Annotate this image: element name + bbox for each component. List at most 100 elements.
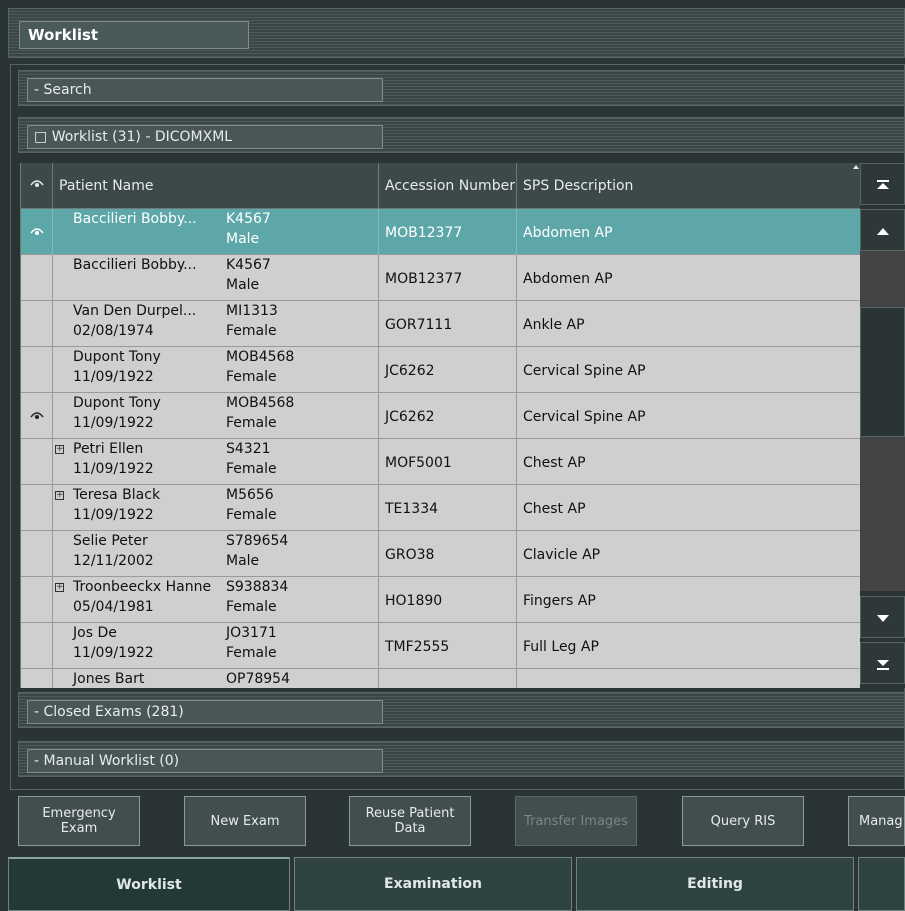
query-ris-button[interactable]: Query RIS (682, 796, 804, 846)
new-exam-button[interactable]: New Exam (184, 796, 306, 846)
scrollbar-track[interactable] (860, 251, 905, 591)
tab-worklist[interactable]: Worklist (8, 857, 290, 911)
patient-id: K4567 (226, 257, 271, 273)
patient-name: Petri Ellen (73, 441, 144, 457)
patient-sex: Male (226, 231, 260, 247)
patient-name: Baccilieri Bobby... (73, 257, 197, 273)
expand-plus-icon[interactable]: + (55, 445, 64, 454)
accession-cell: HO1890 (379, 577, 517, 623)
tab-editing[interactable]: Editing (576, 857, 854, 911)
table-row[interactable]: Baccilieri Bobby... K4567 Male MOB12377 Abdo… (21, 255, 860, 301)
patient-name: Teresa Black (73, 487, 161, 503)
worklist-section-label: Worklist (31) - DICOMXML (51, 129, 233, 145)
scrollbar-thumb[interactable] (860, 307, 905, 437)
collapse-icon: - (34, 82, 40, 98)
patient-name-column-header[interactable]: Patient Name (53, 163, 379, 209)
viewed-cell (21, 347, 53, 393)
patient-cell: + Troonbeeckx Hanne 05/04/1981 S938834 Femal… (53, 577, 379, 623)
tab-examination[interactable]: Examination (294, 857, 572, 911)
table-row[interactable]: + Troonbeeckx Hanne 05/04/1981 S938834 Femal… (21, 577, 860, 623)
patient-dob: 05/04/1981 (73, 599, 154, 615)
search-section-label: Search (43, 82, 92, 98)
accession-column-header[interactable]: Accession Number (379, 163, 517, 209)
table-row[interactable]: + Teresa Black 11/09/1922 M5656 Female TE1334… (21, 485, 860, 531)
patient-cell: Baccilieri Bobby... K4567 Male (53, 209, 379, 255)
patient-dob: 11/09/1922 (73, 369, 154, 385)
manual-worklist-section-bar[interactable]: - Manual Worklist (0) (18, 741, 905, 777)
patient-id: JO3171 (226, 625, 277, 641)
table-row[interactable]: Dupont Tony 11/09/1922 MOB4568 Female JC6262… (21, 393, 860, 439)
patient-cell: Van Den Durpel... 02/08/1974 MI1313 Female (53, 301, 379, 347)
manual-worklist-section-header[interactable]: - Manual Worklist (0) (27, 749, 383, 773)
scroll-to-top-button[interactable] (860, 163, 905, 205)
expand-plus-icon[interactable]: + (55, 491, 64, 500)
transfer-images-button[interactable]: Transfer Images (515, 796, 637, 846)
sps-cell: Fingers AP (523, 593, 596, 609)
table-row[interactable]: Baccilieri Bobby... K4567 Male MOB12377 Abdo… (21, 209, 860, 255)
patient-id: S789654 (226, 533, 289, 549)
scroll-up-button[interactable] (860, 209, 905, 251)
sps-column-header[interactable]: SPS Description (517, 163, 860, 209)
patient-id: K4567 (226, 211, 271, 227)
table-row[interactable]: Van Den Durpel... 02/08/1974 MI1313 Female G… (21, 301, 860, 347)
table-row[interactable]: Selie Peter 12/11/2002 S789654 Male GRO38 Cla… (21, 531, 860, 577)
patient-name: Jos De (73, 625, 117, 641)
sps-cell: Abdomen AP (523, 271, 613, 287)
viewed-cell (21, 393, 53, 439)
table-row[interactable]: Dupont Tony 11/09/1922 MOB4568 Female JC6262… (21, 347, 860, 393)
search-section-header[interactable]: - Search (27, 78, 383, 102)
patient-cell: Baccilieri Bobby... K4567 Male (53, 255, 379, 301)
patient-cell: + Petri Ellen 11/09/1922 S4321 Female (53, 439, 379, 485)
patient-cell: Dupont Tony 11/09/1922 MOB4568 Female (53, 347, 379, 393)
search-section-bar[interactable]: - Search (18, 70, 905, 106)
sps-cell: Chest AP (523, 455, 586, 471)
eye-icon (30, 228, 44, 235)
viewed-cell (21, 623, 53, 669)
reuse-patient-data-button[interactable]: Reuse Patient Data (349, 796, 471, 846)
accession-cell: MOB12377 (379, 255, 517, 301)
sps-cell: Chest AP (523, 501, 586, 517)
accession-cell (379, 669, 517, 688)
worklist-section-header[interactable]: □ Worklist (31) - DICOMXML (27, 125, 383, 149)
accession-cell: MOF5001 (379, 439, 517, 485)
sps-cell (517, 669, 860, 688)
closed-exams-section-bar[interactable]: - Closed Exams (281) (18, 692, 905, 728)
patient-id: MOB4568 (226, 395, 295, 411)
tab-more[interactable] (858, 857, 905, 911)
table-row[interactable]: Jones Bart OP78954 (21, 669, 860, 688)
up-arrow-icon (877, 228, 889, 235)
worklist-section-bar[interactable]: □ Worklist (31) - DICOMXML (18, 117, 905, 153)
patient-sex: Male (226, 553, 260, 569)
expand-plus-icon[interactable]: + (55, 583, 64, 592)
patient-name: Van Den Durpel... (73, 303, 197, 319)
closed-exams-section-header[interactable]: - Closed Exams (281) (27, 700, 383, 724)
patient-sex: Female (226, 599, 277, 615)
sps-cell: Clavicle AP (523, 547, 601, 563)
vertical-scrollbar[interactable] (860, 163, 905, 688)
collapse-icon: - (34, 704, 40, 720)
patient-dob: 11/09/1922 (73, 645, 154, 661)
patient-id: M5656 (226, 487, 274, 503)
window-title: Worklist (19, 21, 249, 49)
double-down-arrow-icon (877, 660, 889, 670)
patient-dob: 11/09/1922 (73, 507, 154, 523)
table-row[interactable]: + Petri Ellen 11/09/1922 S4321 Female MOF5001… (21, 439, 860, 485)
viewed-cell (21, 255, 53, 301)
worklist-table: Patient Name Accession Number SPS Descri… (20, 163, 860, 688)
sps-cell: Cervical Spine AP (523, 363, 646, 379)
scroll-to-bottom-button[interactable] (860, 642, 905, 684)
patient-name: Selie Peter (73, 533, 148, 549)
down-arrow-icon (877, 615, 889, 622)
collapse-icon: - (34, 753, 40, 769)
patient-dob: 02/08/1974 (73, 323, 154, 339)
accession-cell: TMF2555 (379, 623, 517, 669)
table-row[interactable]: Jos De 11/09/1922 JO3171 Female TMF2555 Full … (21, 623, 860, 669)
scroll-down-button[interactable] (860, 596, 905, 638)
viewed-cell (21, 301, 53, 347)
viewed-column-header[interactable] (21, 163, 53, 209)
emergency-exam-button[interactable]: Emergency Exam (18, 796, 140, 846)
patient-name: Dupont Tony (73, 349, 161, 365)
manage-button[interactable]: Manag (848, 796, 905, 846)
patient-sex: Female (226, 323, 277, 339)
patient-name: Baccilieri Bobby... (73, 211, 197, 227)
